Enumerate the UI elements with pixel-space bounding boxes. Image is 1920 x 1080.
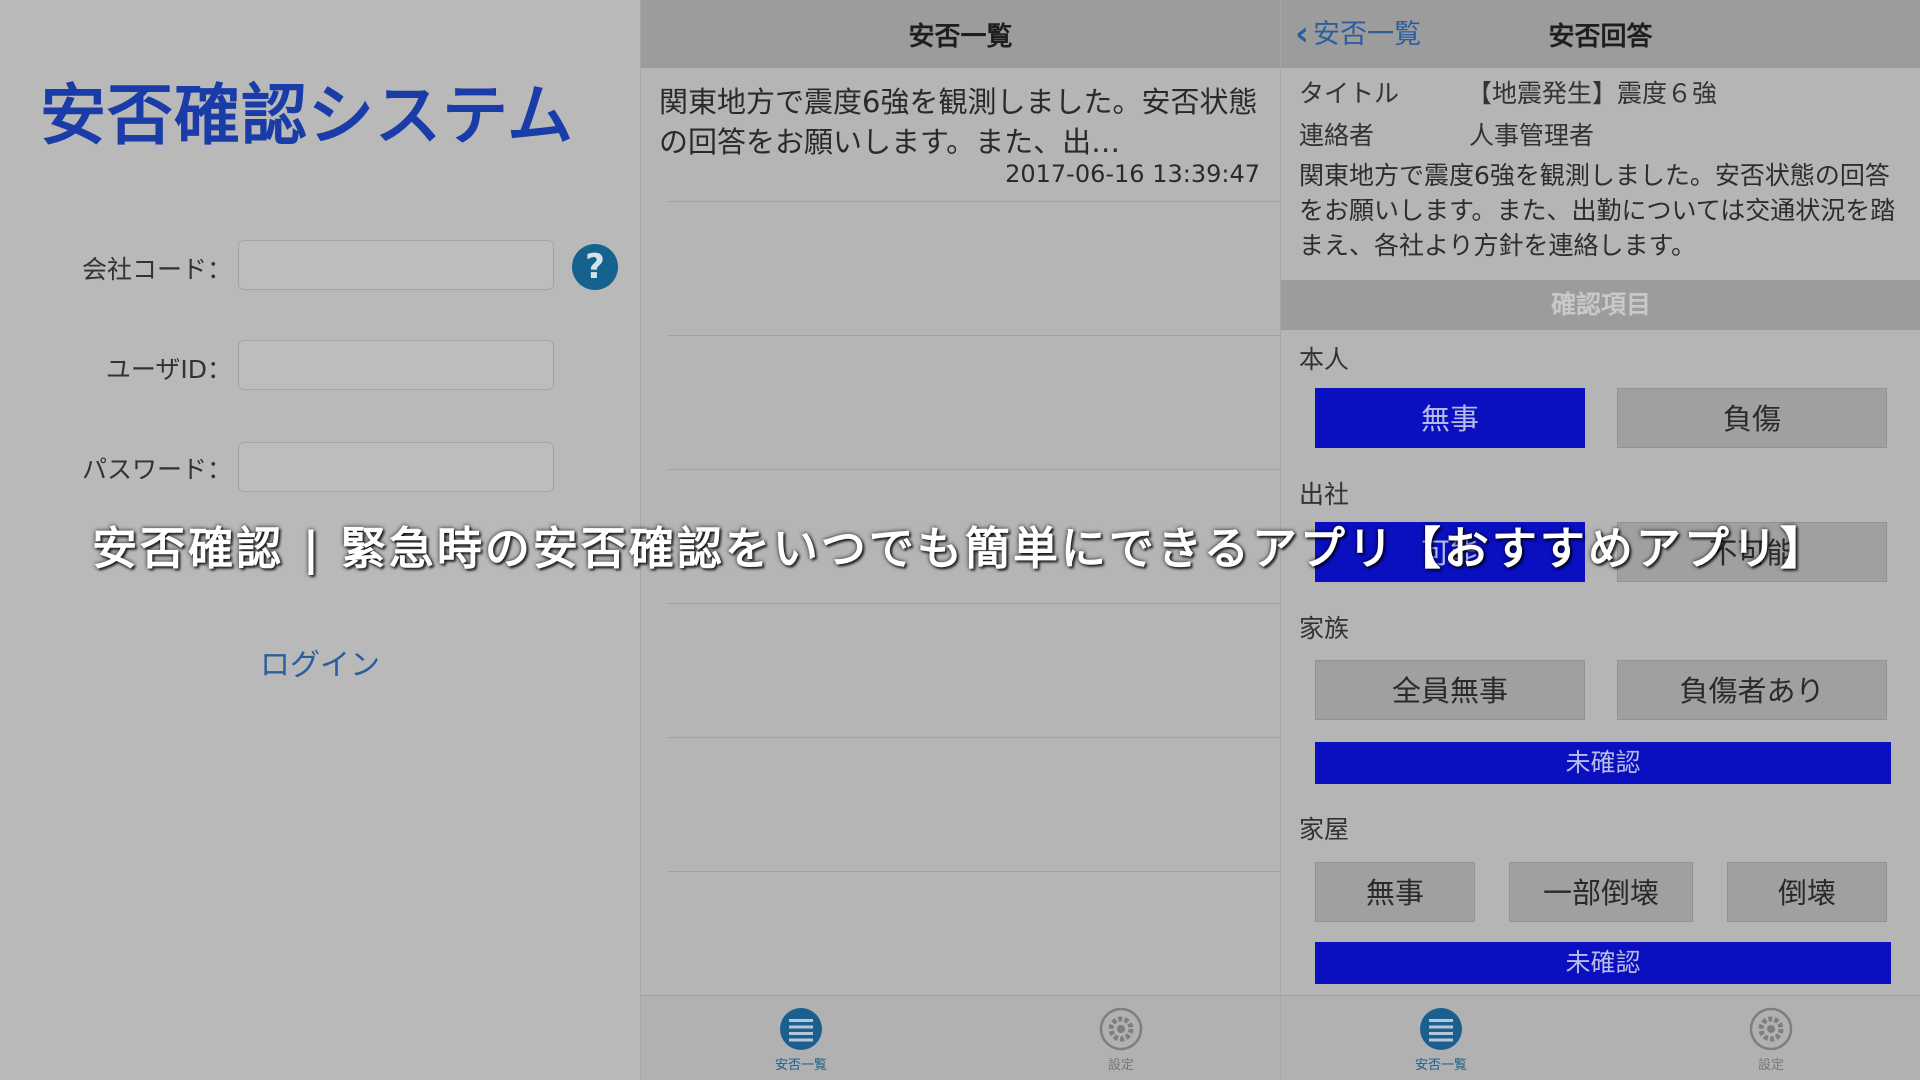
tab-safety-list[interactable]: 安否一覧 bbox=[1381, 1006, 1501, 1073]
option-family-injured[interactable]: 負傷者あり bbox=[1617, 660, 1887, 720]
back-button[interactable]: ‹ 安否一覧 bbox=[1295, 12, 1422, 54]
gear-icon bbox=[1099, 1007, 1143, 1051]
tab-safety-list[interactable]: 安否一覧 bbox=[741, 1006, 861, 1073]
option-house-collapsed[interactable]: 倒壊 bbox=[1727, 862, 1887, 922]
password-label: パスワード： bbox=[81, 455, 232, 484]
row-divider bbox=[667, 603, 1280, 604]
company-code-label: 会社コード： bbox=[81, 255, 232, 284]
back-label: 安否一覧 bbox=[1313, 19, 1422, 50]
option-family-all-safe[interactable]: 全員無事 bbox=[1315, 660, 1585, 720]
message-body: 関東地方で震度6強を観測しました。安否状態の回答をお願いします。また、出勤につい… bbox=[1299, 161, 1896, 260]
row-divider bbox=[667, 469, 1280, 470]
overlay-caption: 安否確認 | 緊急時の安否確認をいつでも簡単にできるアプリ【おすすめアプリ】 bbox=[92, 522, 1828, 575]
login-button[interactable]: ログイン bbox=[0, 640, 640, 684]
list-item-message: 関東地方で震度6強を観測しました。安否状態の回答をお願いします。また、出… bbox=[659, 85, 1258, 159]
group-label-self: 本人 bbox=[1299, 345, 1350, 374]
title-key: タイトル bbox=[1299, 79, 1400, 108]
tab-label: 安否一覧 bbox=[1414, 1058, 1467, 1073]
title-value: 【地震発生】震度６強 bbox=[1467, 79, 1718, 108]
help-icon[interactable]: ? bbox=[572, 244, 618, 290]
row-divider bbox=[667, 201, 1280, 202]
nav-bar: 安否回答 ‹ 安否一覧 bbox=[1281, 0, 1920, 68]
tab-label: 安否一覧 bbox=[774, 1058, 827, 1073]
tab-bar: 安否一覧 設定 bbox=[641, 995, 1280, 1080]
list-icon bbox=[780, 1008, 822, 1050]
tab-label: 設定 bbox=[1757, 1058, 1784, 1073]
row-divider bbox=[667, 871, 1280, 872]
tab-label: 設定 bbox=[1107, 1058, 1134, 1073]
chevron-left-icon: ‹ bbox=[1295, 14, 1310, 54]
option-house-safe[interactable]: 無事 bbox=[1315, 862, 1475, 922]
tab-bar: 安否一覧 設定 bbox=[1281, 995, 1920, 1080]
house-status-unconfirmed: 未確認 bbox=[1315, 942, 1891, 984]
app-logo: 安否確認システム bbox=[40, 77, 575, 154]
section-header: 確認項目 bbox=[1281, 280, 1920, 330]
password-input[interactable] bbox=[238, 442, 554, 492]
row-divider bbox=[667, 335, 1280, 336]
company-code-input[interactable] bbox=[238, 240, 554, 290]
option-self-injured[interactable]: 負傷 bbox=[1617, 388, 1887, 448]
gear-icon bbox=[1749, 1007, 1793, 1051]
row-divider bbox=[667, 737, 1280, 738]
nav-bar: 安否一覧 bbox=[641, 0, 1280, 68]
nav-title: 安否一覧 bbox=[908, 22, 1013, 52]
group-label-house: 家屋 bbox=[1299, 815, 1350, 844]
contact-value: 人事管理者 bbox=[1469, 121, 1595, 150]
tab-settings[interactable]: 設定 bbox=[1711, 1006, 1831, 1073]
list-icon bbox=[1420, 1008, 1462, 1050]
option-house-partial[interactable]: 一部倒壊 bbox=[1509, 862, 1693, 922]
list-item-date: 2017-06-16 13:39:47 bbox=[1005, 160, 1260, 188]
group-label-work: 出社 bbox=[1299, 480, 1350, 509]
user-id-input[interactable] bbox=[238, 340, 554, 390]
group-label-family: 家族 bbox=[1299, 614, 1350, 643]
tab-settings[interactable]: 設定 bbox=[1061, 1006, 1181, 1073]
option-self-safe[interactable]: 無事 bbox=[1315, 388, 1585, 448]
family-status-unconfirmed: 未確認 bbox=[1315, 742, 1891, 784]
contact-key: 連絡者 bbox=[1299, 121, 1375, 150]
user-id-label: ユーザID： bbox=[105, 355, 232, 384]
